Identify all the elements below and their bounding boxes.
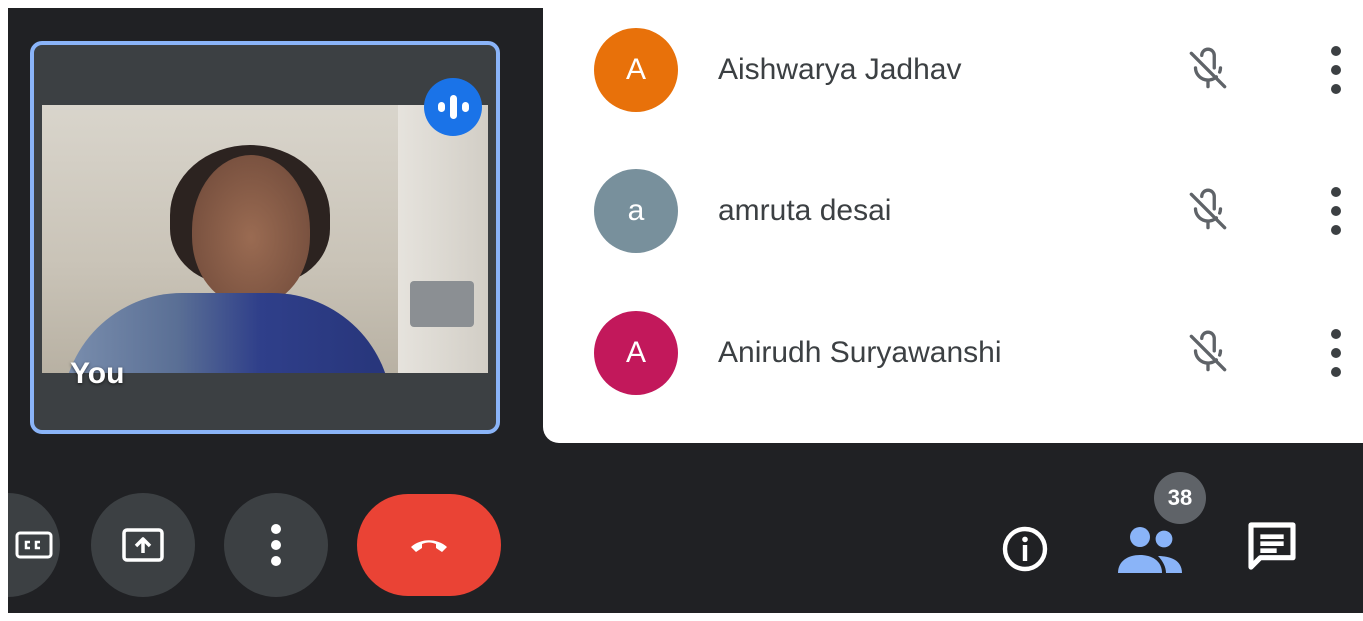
mic-off-icon (1189, 47, 1227, 89)
more-options-icon (271, 524, 281, 566)
more-options-button[interactable] (224, 493, 328, 597)
participant-count-badge: 38 (1154, 472, 1206, 524)
avatar: A (594, 311, 678, 395)
present-button[interactable] (91, 493, 195, 597)
meeting-stage: You A Aishwarya Jadhav a amruta desai A … (8, 8, 1363, 613)
participant-more-options-icon[interactable] (1329, 187, 1343, 235)
captions-button[interactable] (8, 493, 60, 597)
participant-row[interactable]: A Aishwarya Jadhav (543, 20, 1363, 120)
mic-off-icon (1189, 188, 1227, 230)
people-icon[interactable] (1116, 521, 1184, 577)
participant-name: Anirudh Suryawanshi (718, 336, 1002, 369)
self-name-label: You (70, 357, 125, 390)
chat-icon[interactable] (1244, 518, 1300, 574)
info-icon[interactable] (1001, 525, 1049, 573)
leave-call-button[interactable] (357, 494, 501, 596)
end-call-icon (411, 540, 447, 552)
participant-more-options-icon[interactable] (1329, 329, 1343, 377)
participant-row[interactable]: A Anirudh Suryawanshi (543, 303, 1363, 403)
audio-level-icon (424, 78, 482, 136)
avatar: a (594, 169, 678, 253)
participant-row[interactable]: a amruta desai (543, 161, 1363, 261)
closed-captions-icon (15, 531, 53, 559)
mic-off-icon (1189, 330, 1227, 372)
participant-name: Aishwarya Jadhav (718, 53, 962, 86)
present-screen-icon (122, 528, 164, 562)
participant-more-options-icon[interactable] (1329, 46, 1343, 94)
self-video-feed (42, 105, 488, 373)
participant-list: A Aishwarya Jadhav a amruta desai A Anir… (543, 8, 1363, 443)
avatar: A (594, 28, 678, 112)
self-video-tile[interactable]: You (30, 41, 500, 434)
participant-name: amruta desai (718, 194, 892, 227)
